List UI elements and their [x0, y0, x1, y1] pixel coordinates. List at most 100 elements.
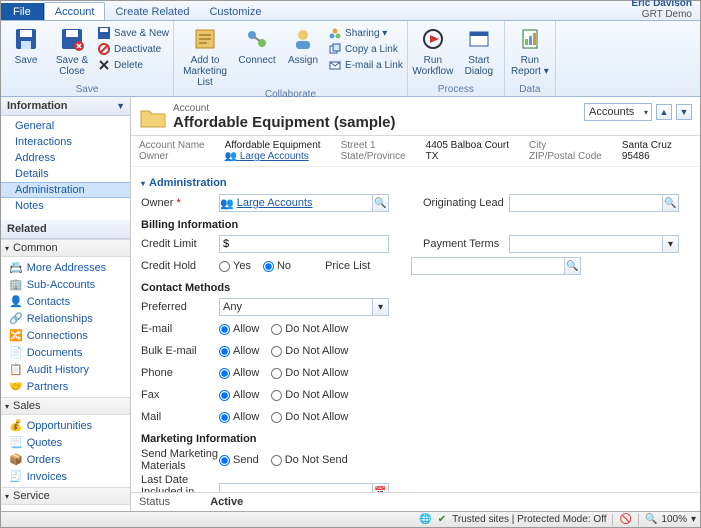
credit-hold-no[interactable]: No: [263, 260, 291, 272]
nav-item-orders[interactable]: 📦Orders: [1, 451, 130, 468]
tab-account[interactable]: Account: [44, 2, 106, 20]
email-allow[interactable]: Allow: [219, 323, 259, 335]
zoom-icon[interactable]: 🔍: [645, 514, 657, 525]
relationships-icon: 🔗: [9, 312, 23, 325]
phone-allow[interactable]: Allow: [219, 367, 259, 379]
org-name: GRT Demo: [631, 9, 692, 20]
lookup-icon[interactable]: 🔍: [564, 258, 580, 274]
nav-header-information[interactable]: Information▼: [1, 97, 130, 116]
credit-hold-radios[interactable]: Yes No: [219, 260, 291, 272]
save-new-icon: [97, 26, 111, 40]
email-link-button[interactable]: E-mail a Link: [328, 58, 403, 72]
nav-item-address[interactable]: Address: [1, 150, 130, 166]
lookup-icon[interactable]: 🔍: [372, 195, 388, 211]
credit-hold-yes[interactable]: Yes: [219, 260, 251, 272]
zoom-value[interactable]: 100%: [661, 514, 687, 525]
nav-up-button[interactable]: ▲: [656, 104, 672, 120]
last-campaign-date-input[interactable]: 📅: [219, 483, 389, 492]
tab-customize[interactable]: Customize: [199, 3, 271, 20]
email-not-allow[interactable]: Do Not Allow: [271, 323, 348, 335]
start-dialog-button[interactable]: Start Dialog: [458, 23, 500, 77]
fax-not-allow[interactable]: Do Not Allow: [271, 389, 348, 401]
save-button[interactable]: Save: [5, 23, 47, 66]
deactivate-label: Deactivate: [114, 44, 161, 55]
bulk-allow[interactable]: Allow: [219, 345, 259, 357]
nav-item-more-addresses[interactable]: 📇More Addresses: [1, 259, 130, 276]
bulk-email-radios[interactable]: Allow Do Not Allow: [219, 345, 348, 357]
payment-terms-select[interactable]: ▾: [509, 235, 679, 253]
mail-allow[interactable]: Allow: [219, 411, 259, 423]
group-save-label: Save: [5, 83, 169, 96]
nav-item-general[interactable]: General: [1, 118, 130, 134]
chevron-down-icon[interactable]: ▾: [372, 299, 388, 315]
nav-item-connections[interactable]: 🔀Connections: [1, 327, 130, 344]
tab-create-related[interactable]: Create Related: [105, 3, 199, 20]
summary-street1-value: 4405 Balboa Court: [426, 140, 509, 151]
workflow-icon: [419, 25, 447, 53]
summary-owner-value[interactable]: 👥 Large Accounts: [225, 151, 321, 162]
nav-item-opportunities[interactable]: 💰Opportunities: [1, 417, 130, 434]
section-administration[interactable]: Administration: [141, 177, 690, 189]
zoom-dropdown[interactable]: ▾: [691, 514, 696, 525]
nav-item-cases[interactable]: 🎫Cases: [1, 507, 130, 511]
email-radios[interactable]: Allow Do Not Allow: [219, 323, 348, 335]
preferred-select[interactable]: Any▾: [219, 298, 389, 316]
preferred-value: Any: [220, 301, 372, 313]
nav-item-notes[interactable]: Notes: [1, 198, 130, 214]
nav-section-sales[interactable]: Sales: [1, 397, 130, 415]
owner-lookup[interactable]: 👥Large Accounts🔍: [219, 194, 389, 212]
send-no[interactable]: Do Not Send: [271, 454, 348, 466]
chevron-down-icon[interactable]: ▾: [662, 236, 678, 252]
credit-limit-label: Credit Limit: [141, 238, 219, 250]
run-workflow-button[interactable]: Run Workflow: [412, 23, 454, 77]
nav-item-partners[interactable]: 🤝Partners: [1, 378, 130, 395]
calendar-icon[interactable]: 📅: [372, 484, 388, 492]
sharing-button[interactable]: Sharing ▾: [328, 26, 387, 40]
fax-allow[interactable]: Allow: [219, 389, 259, 401]
nav-item-quotes[interactable]: 📃Quotes: [1, 434, 130, 451]
price-list-lookup[interactable]: 🔍: [411, 257, 581, 275]
deactivate-button[interactable]: Deactivate: [97, 42, 161, 56]
tab-file[interactable]: File: [1, 3, 44, 20]
nav-item-interactions[interactable]: Interactions: [1, 134, 130, 150]
copy-link-button[interactable]: Copy a Link: [328, 42, 398, 56]
assign-button[interactable]: Assign: [282, 23, 324, 66]
save-new-button[interactable]: Save & New: [97, 26, 169, 40]
owner-value: Large Accounts: [234, 197, 372, 209]
nav-item-audit-history[interactable]: 📋Audit History: [1, 361, 130, 378]
phone-not-allow[interactable]: Do Not Allow: [271, 367, 348, 379]
nav-item-relationships[interactable]: 🔗Relationships: [1, 310, 130, 327]
save-new-label: Save & New: [114, 28, 169, 39]
originating-lead-label: Originating Lead: [423, 197, 509, 209]
summary-state-label: State/Province: [341, 151, 406, 162]
lookup-icon[interactable]: 🔍: [662, 195, 678, 211]
form-body[interactable]: Administration Owner * 👥Large Accounts🔍 …: [131, 167, 700, 492]
view-selector[interactable]: Accounts: [584, 103, 652, 121]
nav-item-sub-accounts[interactable]: 🏢Sub-Accounts: [1, 276, 130, 293]
send-materials-radios[interactable]: Send Do Not Send: [219, 454, 348, 466]
mail-radios[interactable]: Allow Do Not Allow: [219, 411, 348, 423]
fax-radios[interactable]: Allow Do Not Allow: [219, 389, 348, 401]
nav-item-contacts[interactable]: 👤Contacts: [1, 293, 130, 310]
run-report-button[interactable]: Run Report ▾: [509, 23, 551, 77]
mail-not-allow[interactable]: Do Not Allow: [271, 411, 348, 423]
nav-section-common[interactable]: Common: [1, 239, 130, 257]
nav-item-details[interactable]: Details: [1, 166, 130, 182]
delete-button[interactable]: Delete: [97, 58, 143, 72]
bulk-not-allow[interactable]: Do Not Allow: [271, 345, 348, 357]
nav-item-documents[interactable]: 📄Documents: [1, 344, 130, 361]
connect-button[interactable]: Connect: [236, 23, 278, 66]
page-mode-icon[interactable]: 🚫: [619, 514, 631, 525]
send-yes[interactable]: Send: [219, 454, 259, 466]
nav-item-invoices[interactable]: 🧾Invoices: [1, 468, 130, 485]
originating-lead-lookup[interactable]: 🔍: [509, 194, 679, 212]
save-close-button[interactable]: Save & Close: [51, 23, 93, 77]
phone-radios[interactable]: Allow Do Not Allow: [219, 367, 348, 379]
credit-limit-input[interactable]: [219, 235, 389, 253]
add-to-marketing-list-button[interactable]: Add to Marketing List: [178, 23, 232, 88]
nav-down-button[interactable]: ▼: [676, 104, 692, 120]
connect-icon: [243, 25, 271, 53]
nav-section-service[interactable]: Service: [1, 487, 130, 505]
nav-item-administration[interactable]: Administration: [1, 182, 130, 198]
nav-header-related: Related: [1, 220, 130, 239]
